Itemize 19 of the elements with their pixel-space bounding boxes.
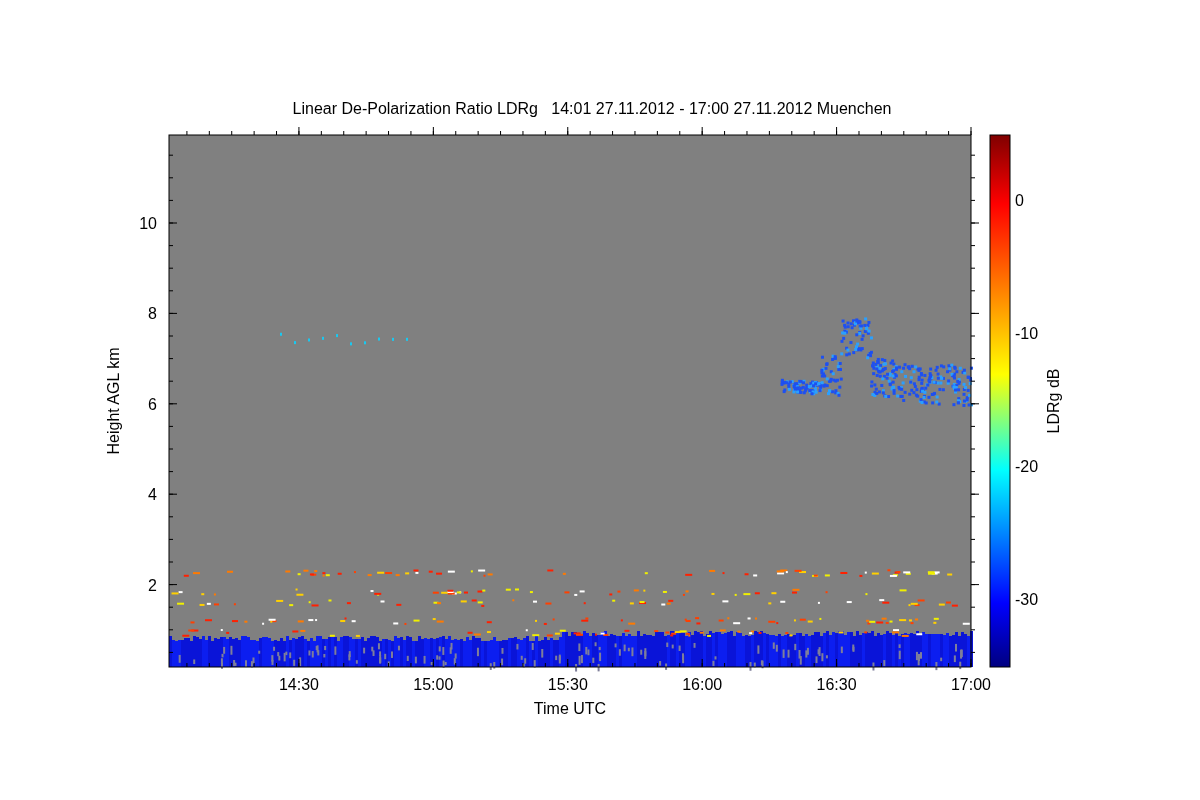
chart-title: Linear De-Polarization Ratio LDRg 14:01 27.11.2012 - 17:00 27.11.2012 Muenchen — [292, 100, 892, 117]
axis-tick-label: 4 — [148, 486, 157, 504]
axis-tick-label: 17:00 — [951, 676, 991, 693]
axis-tick-label: 10 — [139, 215, 157, 232]
axis-tick-label: 16:00 — [682, 676, 723, 693]
colorbar-tick-label: -20 — [1015, 458, 1039, 475]
axis-tick-label: 6 — [148, 395, 157, 413]
axis-tick-label: 15:30 — [547, 676, 588, 693]
axis-tick-label: 8 — [148, 305, 157, 323]
colorbar-label: LDRg dB — [1045, 368, 1062, 434]
axis-tick-label: 2 — [148, 576, 157, 594]
x-axis-label: Time UTC — [533, 700, 607, 717]
axis-tick-label: 15:00 — [413, 676, 454, 693]
colorbar-tick-label: -30 — [1015, 591, 1039, 608]
colorbar-tick-label: -10 — [1015, 325, 1039, 342]
axis-tick-label: 16:30 — [816, 676, 857, 693]
y-axis-label: Height AGL km — [105, 347, 122, 455]
axis-tick-label: 14:30 — [278, 676, 319, 693]
colorbar-tick-label: 0 — [1015, 192, 1024, 209]
